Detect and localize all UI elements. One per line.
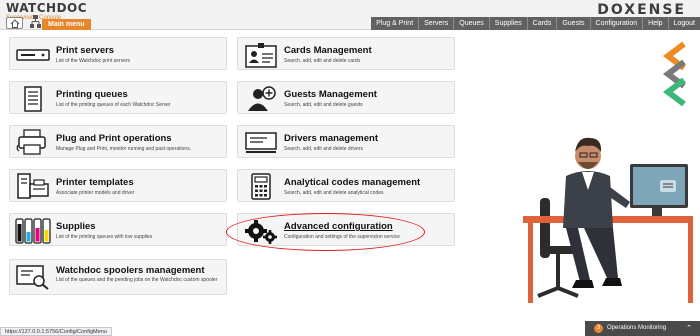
nav-queues[interactable]: Queues	[453, 17, 489, 30]
print-server-icon	[15, 41, 51, 68]
brand-chevrons-graphic	[663, 41, 686, 107]
menu-card-guests-management[interactable]: Guests Management Search, add, edit and …	[237, 81, 455, 114]
menu-card-cards-management[interactable]: Cards Management Search, add, edit and d…	[237, 37, 455, 70]
card-title: Cards Management	[284, 45, 372, 56]
card-title: Printer templates	[56, 177, 134, 188]
card-title: Supplies	[56, 221, 96, 232]
printing-queue-icon	[15, 85, 51, 112]
home-button[interactable]	[6, 17, 23, 29]
operations-monitoring-bar[interactable]: 3 Operations Monitoring ⌃	[585, 321, 700, 336]
printer-template-icon	[15, 173, 51, 200]
card-description: Associate printer models and driver	[56, 190, 135, 196]
id-card-icon	[243, 41, 279, 68]
card-description: List of the printing queues of each Watc…	[56, 102, 171, 108]
card-description: List of the printing queues with low sup…	[56, 234, 153, 240]
nav-plug-print[interactable]: Plug & Print	[371, 17, 418, 30]
card-title: Guests Management	[284, 89, 377, 100]
nav-cards[interactable]: Cards	[526, 17, 557, 30]
nav-supplies[interactable]: Supplies	[488, 17, 527, 30]
chevron-up-icon[interactable]: ⌃	[686, 321, 692, 336]
top-nav: Plug & Print Servers Queues Supplies Car…	[371, 17, 700, 30]
driver-icon	[243, 129, 279, 156]
plug-print-icon	[15, 129, 51, 156]
nav-configuration[interactable]: Configuration	[589, 17, 643, 30]
card-description: Search, add, edit and delete cards	[284, 58, 361, 64]
card-title: Watchdoc spoolers management	[56, 265, 205, 276]
calculator-icon	[243, 173, 279, 200]
card-title: Print servers	[56, 45, 115, 56]
card-title: Printing queues	[56, 89, 128, 100]
doxense-brand: DOXENSE	[597, 2, 686, 18]
card-description: Manage Plug and Print, monitor running a…	[56, 146, 192, 152]
card-description: Search, add, edit and delete analytical …	[284, 190, 384, 196]
home-icon	[10, 19, 20, 28]
browser-status-url: https://127.0.0.1:5756/Config/ConfigMenu	[0, 327, 112, 336]
add-guest-icon	[243, 85, 279, 112]
logo-text: WATCHDOC	[6, 1, 88, 15]
menu-card-spoolers-management[interactable]: Watchdoc spoolers management List of the…	[9, 259, 227, 295]
menu-card-analytical-codes[interactable]: Analytical codes management Search, add,…	[237, 169, 455, 202]
highlight-annotation	[226, 213, 425, 251]
menu-card-supplies[interactable]: Supplies List of the printing queues wit…	[9, 213, 227, 246]
nav-help[interactable]: Help	[642, 17, 667, 30]
nav-servers[interactable]: Servers	[418, 17, 453, 30]
card-description: List of the Watchdoc print servers	[56, 58, 131, 64]
supplies-icon	[15, 217, 51, 244]
operations-label: Operations Monitoring	[607, 325, 667, 331]
main-menu-tab[interactable]: Main menu	[42, 19, 91, 30]
menu-card-plug-print[interactable]: Plug and Print operations Manage Plug an…	[9, 125, 227, 158]
card-description: Search, add, edit and delete guests	[284, 102, 363, 108]
card-title: Analytical codes management	[284, 177, 421, 188]
menu-card-drivers-management[interactable]: Drivers management Search, add, edit and…	[237, 125, 455, 158]
operations-count-badge: 3	[594, 324, 603, 333]
card-title: Plug and Print operations	[56, 133, 172, 144]
card-description: List of the queues and the pending jobs …	[56, 277, 218, 283]
nav-guests[interactable]: Guests	[556, 17, 589, 30]
menu-card-printing-queues[interactable]: Printing queues List of the printing que…	[9, 81, 227, 114]
card-title: Drivers management	[284, 133, 378, 144]
spooler-icon	[15, 263, 51, 290]
office-worker-illustration	[523, 137, 693, 303]
menu-card-print-servers[interactable]: Print servers List of the Watchdoc print…	[9, 37, 227, 70]
nav-logout[interactable]: Logout	[667, 17, 700, 30]
sitemap-icon	[30, 15, 41, 28]
header-bar: WATCHDOC Supervision Console Main menu D…	[0, 0, 700, 30]
menu-card-printer-templates[interactable]: Printer templates Associate printer mode…	[9, 169, 227, 202]
card-description: Search, add, edit and delete drivers	[284, 146, 363, 152]
